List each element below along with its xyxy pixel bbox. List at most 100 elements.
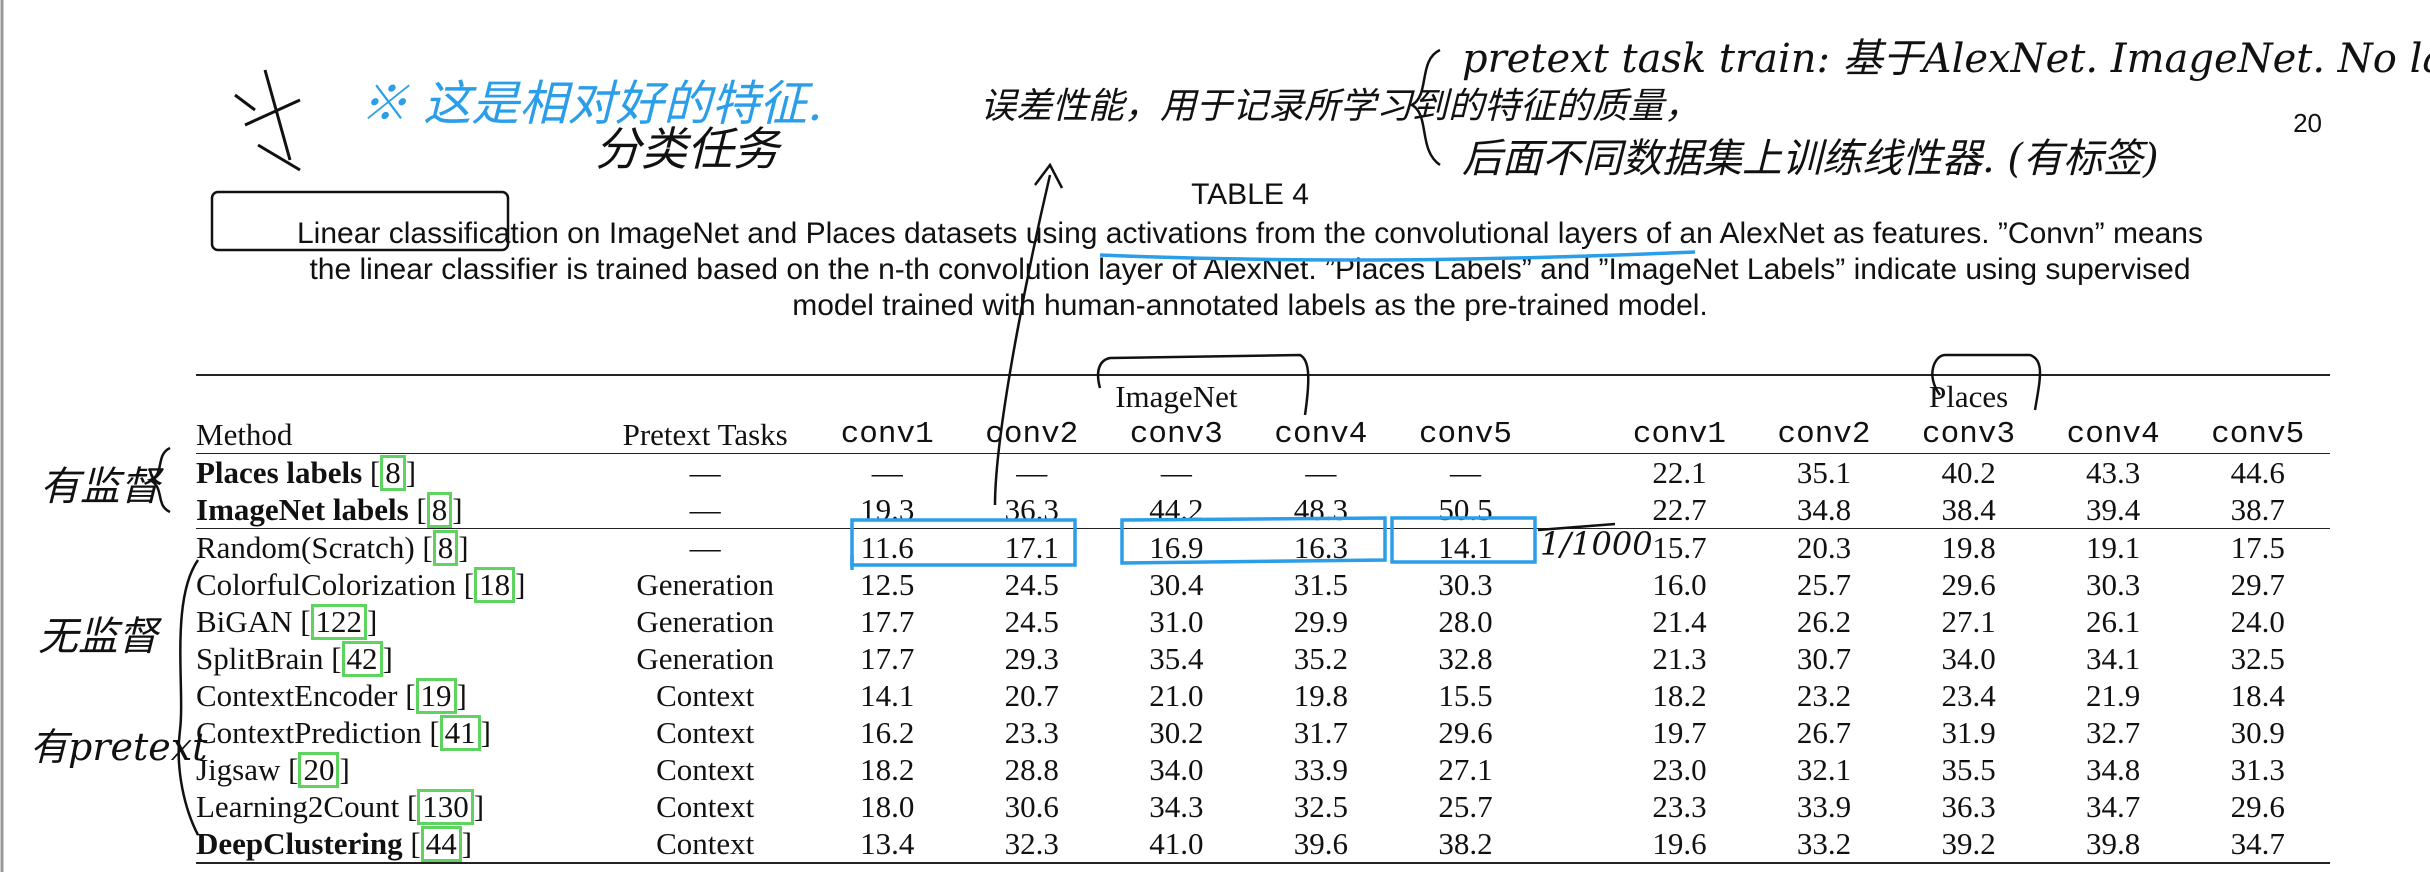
citation-link[interactable]: 19: [415, 678, 457, 714]
value-cell: 21.4: [1652, 604, 1707, 639]
handwritten-supervised: 有监督: [40, 464, 165, 510]
value-cell: 19.1: [2086, 530, 2141, 565]
value-cell: 44.2: [1104, 491, 1249, 529]
handwritten-good-features: ※ 这是相对好的特征.: [360, 76, 823, 132]
value-cell: 43.3: [2086, 455, 2141, 490]
method-name: ColorfulColorization: [196, 567, 457, 602]
citation-link[interactable]: 8: [432, 530, 459, 566]
column-header-places-conv1: conv1: [1607, 416, 1752, 454]
value-cell: 20.7: [1004, 678, 1059, 713]
method-name: SplitBrain: [196, 641, 324, 676]
value-cell: 32.1: [1796, 752, 1852, 787]
handwritten-unsupervised: 无监督: [38, 614, 163, 660]
left-brace-supervised: [146, 446, 171, 514]
column-header-imagenet-conv4: conv4: [1248, 416, 1394, 454]
value-cell: 18.2: [1652, 678, 1707, 713]
value-cell: 19.7: [1652, 715, 1707, 750]
value-cell: 13.4: [814, 825, 960, 864]
value-cell: 24.5: [1004, 604, 1059, 639]
value-cell: 27.1: [1438, 752, 1493, 787]
table-row: DeepClustering [44] Context 13.4 32.3 41…: [196, 825, 2330, 864]
citation-link[interactable]: 42: [341, 641, 383, 677]
value-cell: 25.7: [1796, 567, 1852, 602]
value-cell: —: [1305, 455, 1337, 490]
value-cell: 34.0: [1941, 641, 1996, 676]
method-name: ContextPrediction: [196, 715, 422, 750]
value-cell: —: [1160, 455, 1192, 490]
value-cell: 29.6: [1438, 715, 1493, 750]
citation-link[interactable]: 44: [420, 826, 462, 862]
value-cell: 24.0: [2230, 604, 2285, 639]
value-cell: 38.4: [1896, 491, 2041, 529]
value-cell: 38.2: [1393, 825, 1538, 864]
curly-brace: [1409, 48, 1441, 167]
value-cell: 19.3: [814, 491, 960, 529]
handwritten-with-pretext: 有pretext: [30, 725, 208, 769]
citation-link[interactable]: 130: [417, 789, 474, 825]
value-cell: 28.8: [1004, 752, 1059, 787]
value-cell: 31.9: [1941, 715, 1996, 750]
value-cell: 14.1: [1438, 530, 1493, 565]
citation-link[interactable]: 18: [474, 567, 516, 603]
table-row: ContextPrediction [41] Context 16.2 23.3…: [196, 714, 2330, 751]
asterisk-mark: [234, 69, 301, 172]
value-cell: 26.7: [1796, 715, 1852, 750]
table-row: ImageNet labels [8] — 19.3 36.3 44.2 48.…: [196, 491, 2330, 529]
pretext-cell: —: [689, 530, 721, 565]
citation-link[interactable]: 8: [426, 492, 453, 528]
value-cell: 35.4: [1149, 641, 1204, 676]
value-cell: 23.4: [1941, 678, 1996, 713]
citation-link[interactable]: 41: [439, 715, 481, 751]
citation-link[interactable]: 20: [298, 752, 340, 788]
handwritten-linear-train: 后面不同数据集上训练线性器. (有标签): [1462, 136, 2159, 182]
value-cell: 14.1: [860, 678, 915, 713]
results-table: ImageNet Places Method Pretext Tasks con…: [196, 374, 2330, 864]
value-cell: —: [1449, 455, 1481, 490]
handwritten-error-metric: 误差性能，用于记录所学习到的特征的质量，: [980, 86, 1700, 127]
value-cell: —: [1016, 455, 1048, 490]
value-cell: 34.0: [1149, 752, 1204, 787]
value-cell: 34.7: [2086, 789, 2141, 824]
pretext-cell: Context: [656, 678, 755, 713]
value-cell: 32.5: [2230, 641, 2285, 676]
value-cell: 41.0: [1104, 825, 1249, 864]
value-cell: 31.3: [2230, 752, 2285, 787]
citation-link[interactable]: 122: [310, 604, 368, 640]
caption-line-2: the linear classifier is trained based o…: [309, 253, 2191, 286]
column-header-imagenet-conv1: conv1: [814, 416, 960, 454]
group-header-places: Places: [1928, 378, 2009, 414]
value-cell: 17.1: [1004, 530, 1059, 565]
method-name: BiGAN: [196, 604, 293, 639]
method-name: Random(Scratch): [196, 530, 415, 565]
page-number: 20: [2293, 108, 2322, 138]
column-header-imagenet-conv2: conv2: [959, 416, 1105, 454]
value-cell: 30.7: [1796, 641, 1852, 676]
value-cell: 23.2: [1796, 678, 1852, 713]
column-header-row: Method Pretext Tasks conv1 conv2 conv3 c…: [196, 416, 2330, 454]
table-row: ColorfulColorization [18] Generation 12.…: [196, 566, 2330, 603]
value-cell: 33.9: [1293, 752, 1349, 787]
value-cell: 21.3: [1652, 641, 1707, 676]
pretext-cell: —: [595, 491, 815, 529]
value-cell: 11.6: [860, 530, 914, 565]
value-cell: 29.6: [1941, 567, 1996, 602]
pretext-cell: Generation: [636, 604, 775, 639]
table-row: Jigsaw [20] Context 18.2 28.8 34.0 33.9 …: [196, 751, 2330, 788]
value-cell: 35.5: [1941, 752, 1996, 787]
citation-link[interactable]: 8: [380, 455, 406, 491]
column-header-pretext: Pretext Tasks: [595, 416, 815, 454]
value-cell: 18.2: [860, 752, 915, 787]
value-cell: 33.2: [1751, 825, 1897, 864]
value-cell: 34.8: [1751, 491, 1897, 529]
value-cell: 17.7: [860, 604, 915, 639]
value-cell: 31.7: [1293, 715, 1349, 750]
value-cell: 27.1: [1941, 604, 1996, 639]
column-header-places-conv2: conv2: [1751, 416, 1897, 454]
value-cell: 48.3: [1248, 491, 1394, 529]
value-cell: 22.1: [1652, 455, 1707, 490]
value-cell: 39.8: [2040, 825, 2186, 864]
column-header-places-conv3: conv3: [1896, 416, 2041, 454]
value-cell: 34.8: [2086, 752, 2141, 787]
value-cell: 30.2: [1149, 715, 1204, 750]
column-header-places-conv4: conv4: [2040, 416, 2186, 454]
